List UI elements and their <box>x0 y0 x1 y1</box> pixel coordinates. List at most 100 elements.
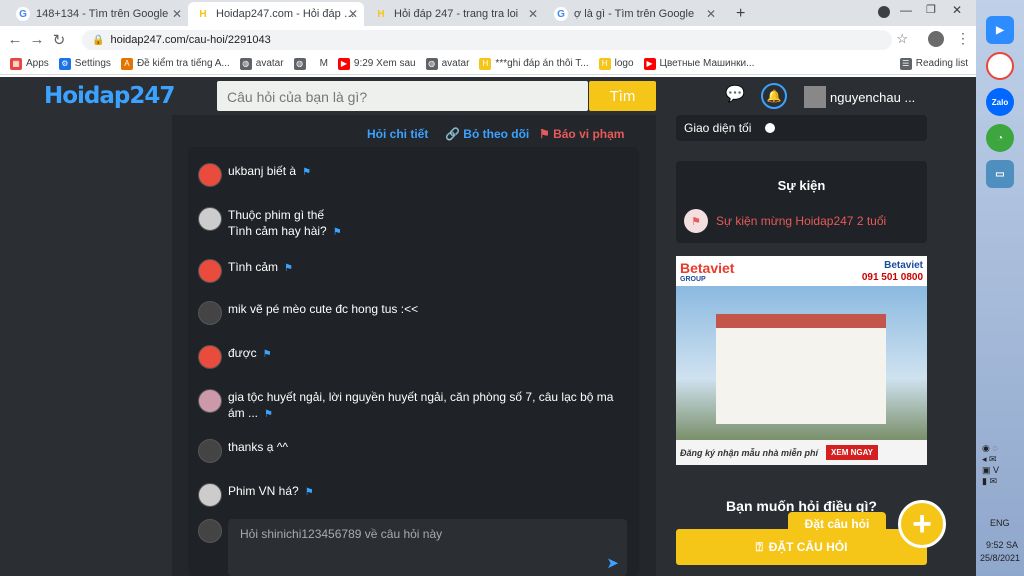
star-icon[interactable]: ☆ <box>896 31 908 47</box>
google-icon: G <box>16 7 30 21</box>
ad-cta-button[interactable]: XEM NGAY <box>826 445 878 460</box>
bookmark-globe[interactable]: ◍ <box>293 57 310 70</box>
url-bar[interactable]: 🔒 hoidap247.com/cau-hoi/2291043 ☆ <box>82 30 908 50</box>
avatar[interactable] <box>198 207 222 231</box>
tab-google-search[interactable]: G 148+134 - Tìm trên Google ✕ <box>8 2 188 26</box>
bookmark-de-kiem-tra[interactable]: A Đề kiểm tra tiếng A... <box>120 57 230 70</box>
tab-google-search-2[interactable]: G ợ là gì - Tìm trên Google ✕ <box>546 2 722 26</box>
avatar[interactable] <box>198 439 222 463</box>
search-button[interactable]: Tìm <box>589 81 656 111</box>
bell-icon[interactable]: 🔔 <box>761 83 787 109</box>
plus-icon[interactable]: + <box>898 500 946 548</box>
close-icon[interactable]: ✕ <box>706 7 716 21</box>
globe-icon: ◍ <box>239 57 252 70</box>
forward-icon[interactable]: → <box>26 31 48 48</box>
reply-avatar <box>198 519 228 543</box>
advertisement[interactable]: Betaviet GROUP Betaviet 091 501 0800 Đăng … <box>676 256 927 465</box>
avatar[interactable] <box>928 31 944 47</box>
flag-icon: ⚑ <box>684 209 708 233</box>
tab-hoidap-tra-loi[interactable]: H Hỏi đáp 247 - trang tra loi ✕ <box>366 2 544 26</box>
tray-icons[interactable]: ◉ ◌ ◂ ✉ ▣ V ▮ ✉ <box>982 443 999 487</box>
list-item: Thuộc phim gì thế Tình cảm hay hài? ⚑ <box>198 207 342 241</box>
site-logo[interactable]: Hoidap247 <box>44 83 175 109</box>
profile-menu-icon[interactable] <box>878 6 890 18</box>
new-tab-button[interactable]: + <box>728 2 752 26</box>
chat-icon[interactable]: 💬 <box>725 84 745 104</box>
bookmark-avatar-2[interactable]: ◍ avatar <box>425 57 469 70</box>
unfollow-button[interactable]: 🔗 Bỏ theo dõi <box>445 127 529 141</box>
reload-icon[interactable]: ↻ <box>48 31 70 49</box>
bookmark-apps[interactable]: ▦ Apps <box>10 57 49 70</box>
zalo-icon[interactable]: Zalo <box>986 88 1014 116</box>
user-menu[interactable]: nguyenchau ... <box>804 86 915 108</box>
bookmark-settings[interactable]: ⚙ Settings <box>58 57 111 70</box>
bookmark-gmail[interactable]: M <box>320 58 328 69</box>
flag-icon[interactable]: ⚑ <box>305 487 314 498</box>
chrome-icon[interactable] <box>986 52 1014 80</box>
list-item: thanks ạ ^^ <box>198 439 288 463</box>
flag-icon[interactable]: ⚑ <box>284 263 293 274</box>
event-card: Sự kiện ⚑ Sự kiện mừng Hoidap247 2 tuổi <box>676 161 927 243</box>
avatar[interactable] <box>198 163 222 187</box>
avatar[interactable] <box>198 483 222 507</box>
restore-icon[interactable]: ❐ <box>926 3 936 16</box>
flag-icon[interactable]: ⚑ <box>264 409 273 420</box>
close-window-icon[interactable]: ✕ <box>952 3 962 17</box>
list-item: gia tộc huyết ngải, lời nguyền huyết ngả… <box>198 389 628 423</box>
avatar[interactable] <box>198 259 222 283</box>
avatar[interactable] <box>198 389 222 413</box>
youtube-icon: ▶ <box>337 57 350 70</box>
hoidap-icon: H <box>598 57 611 70</box>
close-icon[interactable]: ✕ <box>528 7 538 21</box>
avatar[interactable] <box>198 301 222 325</box>
minimize-icon[interactable]: — <box>900 3 912 17</box>
reply-input[interactable]: Hỏi shinichi123456789 về câu hỏi này ➤ <box>228 519 627 576</box>
bookmark-ghi-dap-an[interactable]: H ***ghi đáp án thôi T... <box>479 57 589 70</box>
bookmark-youtube[interactable]: ▶ 9:29 Xem sau <box>337 57 416 70</box>
zoom-icon[interactable]: ▶ <box>986 16 1014 44</box>
report-button[interactable]: ⚑ Báo vi phạm <box>539 127 624 141</box>
close-icon[interactable]: ✕ <box>348 7 358 21</box>
tab-hoidap247[interactable]: H Hoidap247.com - Hỏi đáp online ✕ <box>188 2 364 26</box>
language[interactable]: ENG <box>990 518 1010 528</box>
youtube-icon: ▶ <box>643 57 656 70</box>
bookmark-logo[interactable]: Hlogo <box>598 57 634 70</box>
username: nguyenchau ... <box>830 89 916 105</box>
avatar[interactable] <box>198 345 222 369</box>
dark-mode-toggle[interactable]: Giao diện tối <box>676 115 927 141</box>
google-icon: G <box>554 7 568 21</box>
globe-icon: ◍ <box>425 57 438 70</box>
clock-date[interactable]: 25/8/2021 <box>980 553 1020 563</box>
list-item: Tình cảm ⚑ <box>198 259 293 283</box>
flag-icon[interactable]: ⚑ <box>302 167 311 178</box>
back-icon[interactable]: ← <box>4 31 26 48</box>
globe-icon: ◍ <box>293 57 306 70</box>
app-icon[interactable]: ◔ <box>986 124 1014 152</box>
hoidap-icon: H <box>199 8 207 20</box>
photos-icon[interactable]: ▭ <box>986 160 1014 188</box>
event-title: Sự kiện <box>777 178 826 193</box>
send-icon[interactable]: ➤ <box>606 554 619 572</box>
toggle-knob[interactable] <box>765 123 776 133</box>
avatar <box>198 519 222 543</box>
reading-list[interactable]: ☰ Reading list <box>899 57 968 70</box>
bookmark-avatar[interactable]: ◍ avatar <box>239 57 284 70</box>
flag-icon[interactable]: ⚑ <box>263 349 272 360</box>
clock-time[interactable]: 9:52 SA <box>986 540 1018 550</box>
comment-list: ukbanj biết à ⚑ Thuộc phim gì thế Tình cả… <box>188 147 639 576</box>
list-item: Phim VN há? ⚑ <box>198 483 314 507</box>
kebab-menu-icon[interactable]: ⋮ <box>956 30 970 47</box>
detail-button[interactable]: Hỏi chi tiết <box>367 127 428 141</box>
question-actions: Hỏi chi tiết 🔗 Bỏ theo dõi ⚑ Báo vi phạm <box>172 127 656 143</box>
ad-footer: Đăng ký nhận mẫu nhà miễn phí XEM NGAY <box>676 440 927 465</box>
floating-ask-label[interactable]: Đặt câu hỏi <box>788 512 886 536</box>
close-icon[interactable]: ✕ <box>172 7 182 21</box>
bookmark-icon: A <box>120 57 133 70</box>
search-input[interactable]: Câu hỏi của bạn là gì? <box>217 81 588 111</box>
event-link[interactable]: ⚑ Sự kiện mừng Hoidap247 2 tuổi <box>684 209 886 233</box>
flag-icon[interactable]: ⚑ <box>333 227 342 238</box>
bookmark-youtube-2[interactable]: ▶ Цветные Машинки... <box>643 57 754 70</box>
ad-header: Betaviet GROUP Betaviet 091 501 0800 <box>676 256 927 286</box>
list-item: ukbanj biết à ⚑ <box>198 163 311 187</box>
tab-title: ợ là gì - Tìm trên Google <box>574 8 695 20</box>
